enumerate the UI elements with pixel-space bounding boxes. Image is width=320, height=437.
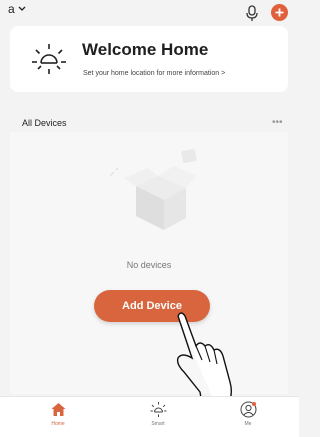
tab-home[interactable]: Home: [28, 401, 88, 427]
home-name: a: [8, 2, 15, 16]
bottom-tab-bar: Home Smart Me: [0, 396, 299, 437]
empty-box-illustration: [109, 149, 197, 230]
devices-area: No devices Add Device: [10, 132, 288, 416]
add-button[interactable]: [271, 4, 288, 21]
welcome-card[interactable]: Welcome Home Set your home location for …: [10, 26, 288, 92]
sun-icon: [32, 44, 66, 74]
home-icon: [51, 403, 65, 416]
tab-smart-label: Smart: [151, 421, 165, 427]
empty-state-text: No devices: [126, 260, 172, 270]
plus-icon: [275, 8, 284, 17]
welcome-title: Welcome Home: [82, 40, 209, 59]
tab-smart[interactable]: Smart: [128, 401, 188, 427]
sun-icon: [150, 402, 166, 417]
profile-icon: [240, 401, 256, 418]
tab-me-label: Me: [244, 421, 252, 427]
tab-me[interactable]: Me: [218, 401, 278, 427]
tab-home-label: Home: [51, 421, 65, 427]
top-bar: a: [0, 0, 299, 24]
chevron-down-icon: [18, 6, 26, 11]
more-options-button[interactable]: •••: [272, 117, 283, 128]
all-devices-title: All Devices: [22, 118, 67, 128]
set-location-link[interactable]: Set your home location for more informat…: [83, 70, 225, 77]
home-selector[interactable]: a: [8, 2, 26, 16]
microphone-icon[interactable]: [244, 4, 260, 22]
